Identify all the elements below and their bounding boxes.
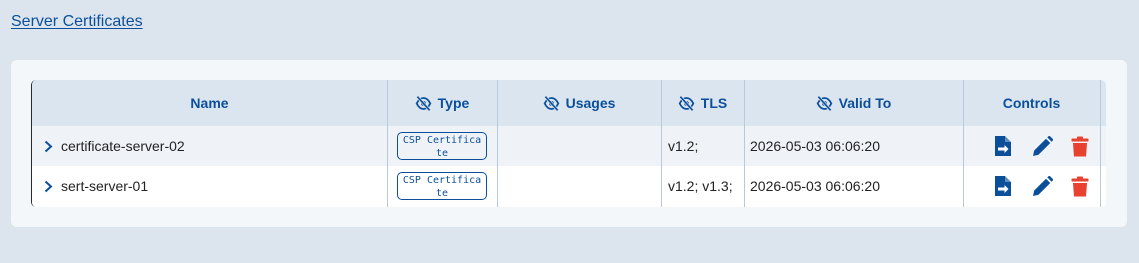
column-header-usages[interactable]: Usages: [497, 80, 661, 126]
column-header-name-label: Name: [190, 95, 229, 111]
eye-slash-icon[interactable]: [678, 95, 695, 111]
type-badge: CSP Certificate: [397, 132, 487, 160]
column-divider[interactable]: [661, 80, 662, 207]
column-divider[interactable]: [1100, 80, 1101, 207]
cert-valid-to: 2026-05-03 06:06:20: [750, 138, 880, 154]
type-badge: CSP Certificate: [397, 172, 487, 200]
page-title-link[interactable]: Server Certificates: [11, 13, 143, 31]
column-header-controls-label: Controls: [1002, 95, 1061, 111]
cert-tls: v1.2;: [668, 138, 699, 154]
table-header-row: Name Type Usages TLS Valid To Controls: [32, 80, 1106, 126]
column-divider[interactable]: [387, 80, 388, 207]
column-header-valid-to-label: Valid To: [838, 95, 892, 111]
export-button[interactable]: [992, 175, 1014, 197]
column-header-controls: Controls: [963, 80, 1100, 126]
chevron-right-icon: [44, 180, 52, 192]
column-header-type[interactable]: Type: [387, 80, 497, 126]
column-divider[interactable]: [744, 80, 745, 207]
column-divider[interactable]: [963, 80, 964, 207]
trash-icon: [1071, 136, 1089, 156]
column-header-valid-to[interactable]: Valid To: [744, 80, 963, 126]
file-export-icon: [995, 176, 1011, 196]
eye-slash-icon[interactable]: [415, 95, 432, 111]
certificates-card: Name Type Usages TLS Valid To Controls c…: [11, 60, 1127, 227]
expand-row-button[interactable]: [40, 178, 56, 194]
edit-button[interactable]: [1031, 135, 1053, 157]
column-header-type-label: Type: [437, 95, 470, 111]
column-header-tls[interactable]: TLS: [661, 80, 744, 126]
delete-button[interactable]: [1069, 175, 1091, 197]
expand-row-button[interactable]: [40, 138, 56, 154]
eye-slash-icon[interactable]: [816, 95, 833, 111]
column-header-usages-label: Usages: [565, 95, 616, 111]
cert-name: certificate-server-02: [61, 138, 185, 154]
certificates-table: Name Type Usages TLS Valid To Controls c…: [31, 80, 1106, 207]
delete-button[interactable]: [1069, 135, 1091, 157]
pencil-icon: [1032, 135, 1053, 156]
pencil-icon: [1032, 175, 1053, 196]
file-export-icon: [995, 136, 1011, 156]
edit-button[interactable]: [1031, 175, 1053, 197]
column-header-tls-label: TLS: [700, 95, 728, 111]
eye-slash-icon[interactable]: [543, 95, 560, 111]
cert-name: sert-server-01: [61, 178, 149, 194]
column-header-name[interactable]: Name: [32, 80, 387, 126]
export-button[interactable]: [992, 135, 1014, 157]
table-row: certificate-server-02 CSP Certificate v1…: [32, 126, 1106, 166]
cert-tls: v1.2; v1.3;: [668, 178, 733, 194]
table-row: sert-server-01 CSP Certificate v1.2; v1.…: [32, 166, 1106, 207]
cert-valid-to: 2026-05-03 06:06:20: [750, 178, 880, 194]
trash-icon: [1071, 176, 1089, 196]
column-divider[interactable]: [497, 80, 498, 207]
chevron-right-icon: [44, 140, 52, 152]
